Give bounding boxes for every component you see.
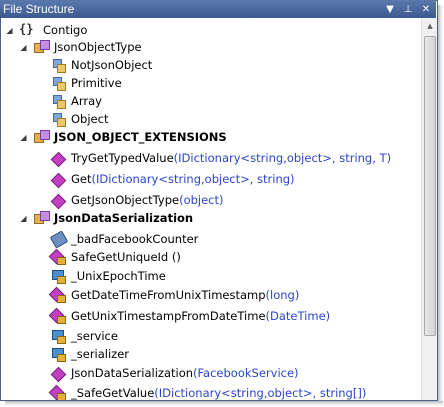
tree-item-label: JsonDataSerialization — [54, 211, 194, 225]
tree-item[interactable]: Get (IDictionary<string,object>, string) — [50, 170, 295, 188]
tree-item[interactable]: ◢ {} Contigo — [5, 21, 87, 39]
vertical-scrollbar[interactable]: ▲ — [421, 18, 437, 400]
static-class-icon — [33, 129, 50, 145]
tree-item[interactable]: Object — [50, 110, 108, 128]
tree-item[interactable]: SafeGetUniqueId () — [50, 248, 181, 266]
tree-item-signature: (long) — [265, 288, 300, 302]
enum-member-icon — [50, 57, 66, 73]
tree-item-signature: (object) — [179, 193, 224, 207]
tree-item[interactable]: ◢ JsonObjectType — [19, 38, 142, 56]
tree-item-label: _serializer — [71, 347, 130, 361]
tree-item-signature: (IDictionary<string,object>, string[]) — [154, 386, 367, 400]
window-shadow-right — [438, 5, 443, 404]
enum-icon — [33, 39, 50, 55]
tree-item-label: Get — [71, 172, 92, 186]
tree-item[interactable]: TryGetTypedValue (IDictionary<string,obj… — [50, 149, 391, 167]
namespace-icon: {} — [19, 22, 34, 36]
tree-item-label: JsonDataSerialization — [71, 366, 194, 380]
expand-toggle-icon[interactable]: ◢ — [19, 214, 28, 223]
private-method-icon — [50, 308, 66, 324]
tree-item[interactable]: Array — [50, 92, 102, 110]
tree-item-signature: (DateTime) — [265, 309, 331, 323]
method-icon — [50, 192, 66, 208]
tree-item-label: _SafeGetValue — [71, 386, 155, 400]
tree-item-signature: (IDictionary<string,object>, string, T) — [173, 151, 392, 165]
tree-item-signature: (IDictionary<string,object>, string) — [91, 172, 295, 186]
tree-item-label: Primitive — [71, 76, 122, 90]
tree-item-label: GetUnixTimestampFromDateTime — [71, 309, 266, 323]
tree-item[interactable]: ◢ JsonDataSerialization — [19, 209, 193, 227]
tree-item[interactable]: GetDateTimeFromUnixTimestamp (long) — [50, 286, 299, 304]
class-icon — [33, 210, 50, 226]
tree-item[interactable]: JsonDataSerialization (FacebookService) — [50, 364, 299, 382]
structure-tree: ◢ {} Contigo ◢ JsonObjectType NotJsonObject Pr… — [0, 18, 420, 400]
scroll-up-arrow-icon[interactable]: ▲ — [422, 18, 438, 34]
tree-item-label: JSON_OBJECT_EXTENSIONS — [54, 130, 227, 144]
tree-item-label: GetJsonObjectType — [71, 193, 180, 207]
dropdown-icon[interactable]: ▼ — [382, 1, 398, 17]
private-method-icon — [50, 249, 66, 265]
tree-item-label: JsonObjectType — [54, 40, 142, 54]
tree-item-label: GetDateTimeFromUnixTimestamp — [71, 288, 266, 302]
expand-toggle-icon[interactable]: ◢ — [5, 26, 14, 35]
tree-item[interactable]: _UnixEpochTime — [50, 267, 166, 285]
tree-item-label: _badFacebookCounter — [71, 232, 199, 246]
tree-item[interactable]: _SafeGetValue (IDictionary<string,object… — [50, 384, 366, 400]
tree-item-signature: (FacebookService) — [193, 366, 299, 380]
tree-item[interactable]: _badFacebookCounter — [50, 230, 198, 248]
enum-member-icon — [50, 93, 66, 109]
expand-toggle-icon[interactable]: ◢ — [19, 43, 28, 52]
static-field-icon — [50, 231, 66, 247]
private-field-icon — [50, 328, 66, 344]
tree-item[interactable]: GetJsonObjectType (object) — [50, 191, 224, 209]
scroll-thumb[interactable] — [424, 36, 436, 336]
private-method-icon — [50, 287, 66, 303]
tree-item[interactable]: _serializer — [50, 345, 129, 363]
tree-item-label: Array — [71, 94, 102, 108]
tree-item[interactable]: Primitive — [50, 74, 122, 92]
private-field-icon — [50, 346, 66, 362]
tree-item[interactable]: NotJsonObject — [50, 56, 152, 74]
private-method-icon — [50, 385, 66, 400]
method-icon — [50, 171, 66, 187]
enum-member-icon — [50, 111, 66, 127]
tree-item-label: Object — [71, 112, 109, 126]
tree-item[interactable]: ◢ JSON_OBJECT_EXTENSIONS — [19, 128, 227, 146]
tree-item-label: _UnixEpochTime — [71, 269, 166, 283]
close-icon[interactable]: ✕ — [418, 1, 434, 17]
method-icon — [50, 150, 66, 166]
window-title: File Structure — [3, 2, 75, 16]
window-shadow-bottom — [5, 401, 443, 406]
tree-item-label: NotJsonObject — [71, 58, 153, 72]
private-field-icon — [50, 268, 66, 284]
pin-icon[interactable]: ⊥ — [400, 1, 416, 17]
constructor-icon — [50, 365, 66, 381]
tree-item-label: _service — [71, 329, 118, 343]
title-bar: File Structure ▼ ⊥ ✕ — [0, 0, 436, 18]
tree-item-label: Contigo — [43, 23, 88, 37]
expand-toggle-icon[interactable]: ◢ — [19, 133, 28, 142]
tree-item-label: SafeGetUniqueId () — [71, 250, 181, 264]
tree-item-label: TryGetTypedValue — [71, 151, 174, 165]
tree-item[interactable]: _service — [50, 327, 118, 345]
enum-member-icon — [50, 75, 66, 91]
tree-item[interactable]: GetUnixTimestampFromDateTime (DateTime) — [50, 307, 330, 325]
